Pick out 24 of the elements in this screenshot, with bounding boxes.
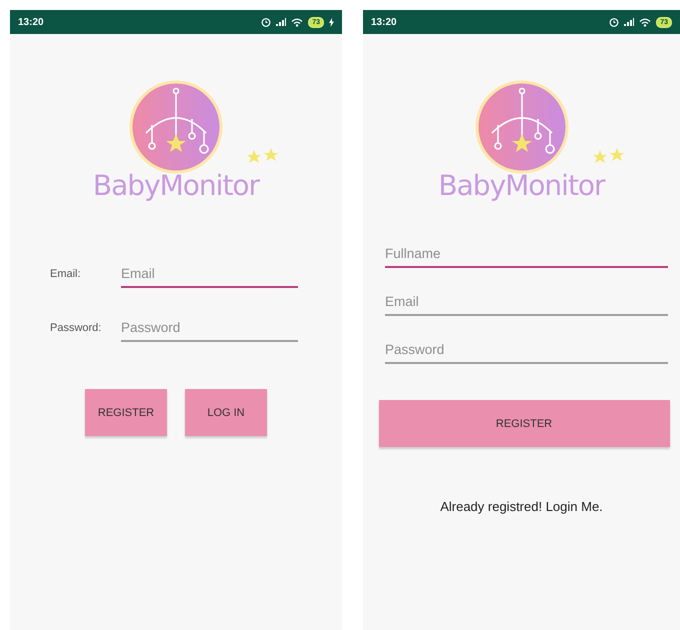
- register-button[interactable]: REGISTER: [378, 400, 670, 447]
- wifi-icon: [291, 18, 304, 26]
- text-field[interactable]: Email: [121, 262, 298, 288]
- charging-icon: [329, 18, 334, 26]
- field-label: Email:: [50, 268, 82, 282]
- action-button[interactable]: LOG IN: [185, 389, 267, 436]
- field-label: Password:: [50, 322, 102, 336]
- text-field[interactable]: Email: [385, 290, 668, 316]
- login-link[interactable]: Already registred! Login Me.: [440, 499, 603, 514]
- text-field[interactable]: Password: [121, 316, 298, 342]
- app-logo-text: BabyMonitor: [92, 169, 260, 202]
- signal-icon: [624, 18, 634, 26]
- baby-mobile-logo-icon: [474, 79, 570, 175]
- wifi-icon: [639, 18, 652, 26]
- alarm-icon: [261, 17, 272, 27]
- status-time: 13:20: [18, 16, 44, 28]
- text-field[interactable]: Password: [385, 338, 668, 364]
- status-time: 13:20: [371, 16, 397, 28]
- action-button[interactable]: REGISTER: [85, 389, 167, 436]
- alarm-icon: [609, 17, 620, 27]
- baby-mobile-logo-icon: [128, 79, 224, 175]
- app-logo-text: BabyMonitor: [438, 169, 605, 202]
- text-field[interactable]: Fullname: [385, 242, 668, 268]
- signal-icon: [276, 18, 286, 26]
